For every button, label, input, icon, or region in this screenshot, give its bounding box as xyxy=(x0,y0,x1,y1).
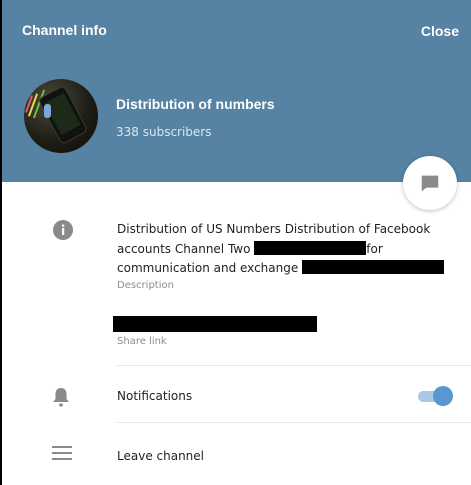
notifications-label: Notifications xyxy=(117,389,193,403)
divider xyxy=(117,365,471,366)
channel-header: Channel info Close Distribution of numbe… xyxy=(2,0,471,182)
send-message-button[interactable] xyxy=(403,156,457,210)
description-line-1: Distribution of US Numbers Distribution … xyxy=(117,222,431,236)
info-icon xyxy=(53,220,73,240)
description-label: Description xyxy=(117,280,174,291)
share-link-label: Share link xyxy=(117,336,167,347)
divider xyxy=(117,422,471,423)
leave-channel-button[interactable]: Leave channel xyxy=(117,449,204,463)
close-button[interactable]: Close xyxy=(421,23,459,39)
description-line-3: communication and exchange xyxy=(117,261,299,275)
channel-avatar[interactable] xyxy=(24,79,98,153)
message-icon xyxy=(421,175,439,192)
panel-title: Channel info xyxy=(22,22,107,38)
redacted-text xyxy=(302,260,445,274)
subscriber-count: 338 subscribers xyxy=(116,125,212,139)
hamburger-menu-icon xyxy=(52,446,72,460)
bell-icon xyxy=(53,388,69,407)
redacted-text xyxy=(254,240,367,255)
channel-info-panel: Channel info Close Distribution of numbe… xyxy=(2,0,471,485)
channel-name: Distribution of numbers xyxy=(116,96,275,112)
description-line-2a: accounts Channel Two xyxy=(117,241,251,256)
description-line-2b: for xyxy=(366,241,383,256)
notifications-toggle[interactable] xyxy=(416,385,454,407)
share-link-redacted[interactable] xyxy=(113,316,317,332)
channel-description: Distribution of US Numbers Distribution … xyxy=(117,220,447,279)
